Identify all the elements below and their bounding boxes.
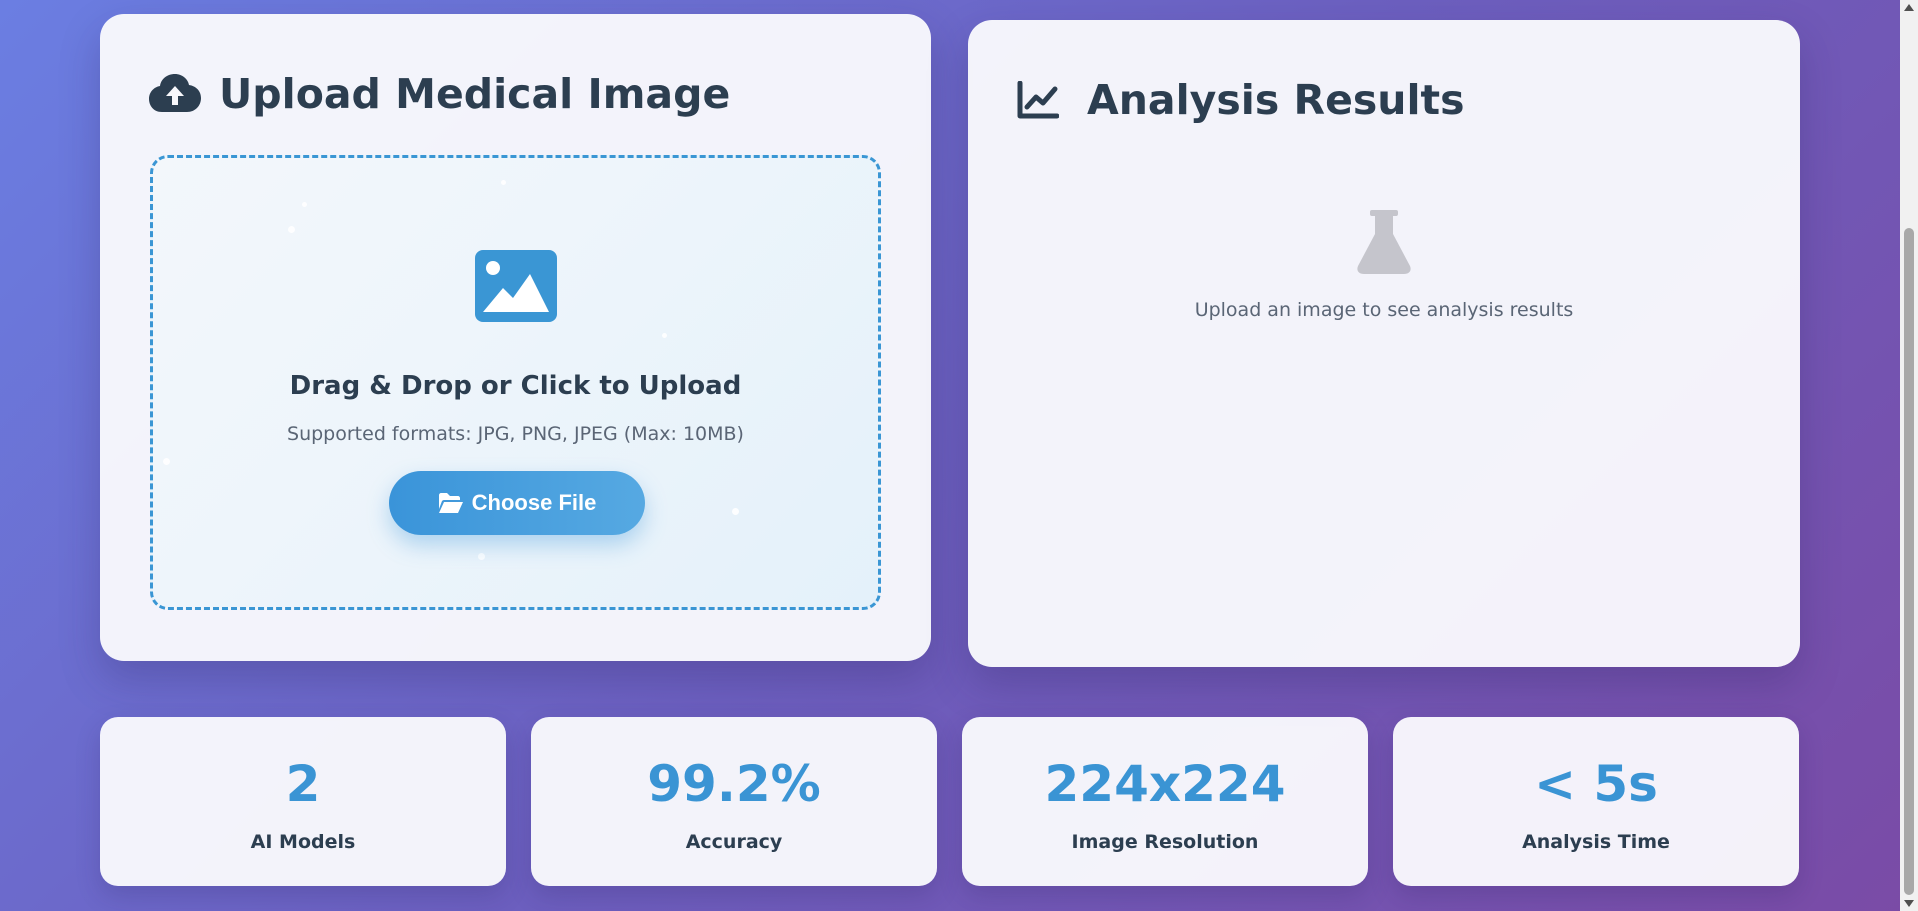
- upload-dropzone[interactable]: Drag & Drop or Click to Upload Supported…: [150, 155, 881, 610]
- stat-card-image-resolution: 224x224 Image Resolution: [962, 717, 1368, 886]
- results-card: Analysis Results Upload an image to see …: [968, 20, 1800, 667]
- folder-open-icon: [438, 492, 464, 514]
- dropzone-title: Drag & Drop or Click to Upload: [289, 371, 742, 401]
- chart-line-icon: [1017, 76, 1069, 124]
- results-title: Analysis Results: [1087, 76, 1465, 124]
- stat-label: Image Resolution: [1071, 831, 1259, 853]
- results-empty-text: Upload an image to see analysis results: [1194, 299, 1574, 321]
- stat-value: 99.2%: [647, 755, 821, 813]
- upload-card-header: Upload Medical Image: [149, 70, 730, 118]
- scroll-down-arrow-icon[interactable]: [1904, 900, 1914, 907]
- stat-label: AI Models: [250, 831, 356, 853]
- stat-card-accuracy: 99.2% Accuracy: [531, 717, 937, 886]
- upload-card: Upload Medical Image Drag & Drop or Clic…: [100, 14, 931, 661]
- dropzone-subtitle: Supported formats: JPG, PNG, JPEG (Max: …: [287, 423, 744, 445]
- stat-label: Accuracy: [685, 831, 783, 853]
- cloud-upload-icon: [149, 70, 201, 118]
- stat-label: Analysis Time: [1522, 831, 1670, 853]
- flask-icon: [1356, 210, 1412, 274]
- upload-title: Upload Medical Image: [219, 70, 731, 118]
- choose-file-label: Choose File: [471, 490, 597, 515]
- scroll-up-arrow-icon[interactable]: [1904, 4, 1914, 11]
- stat-value: 224x224: [1044, 755, 1286, 813]
- scrollbar-thumb[interactable]: [1904, 228, 1914, 895]
- stat-card-ai-models: 2 AI Models: [100, 717, 506, 886]
- choose-file-button[interactable]: Choose File: [389, 471, 645, 535]
- stat-card-analysis-time: < 5s Analysis Time: [1393, 717, 1799, 886]
- stat-value: < 5s: [1534, 755, 1658, 813]
- results-card-header: Analysis Results: [1017, 76, 1465, 124]
- stat-value: 2: [285, 755, 321, 813]
- image-icon: [475, 250, 557, 322]
- page-scrollbar[interactable]: [1900, 0, 1918, 911]
